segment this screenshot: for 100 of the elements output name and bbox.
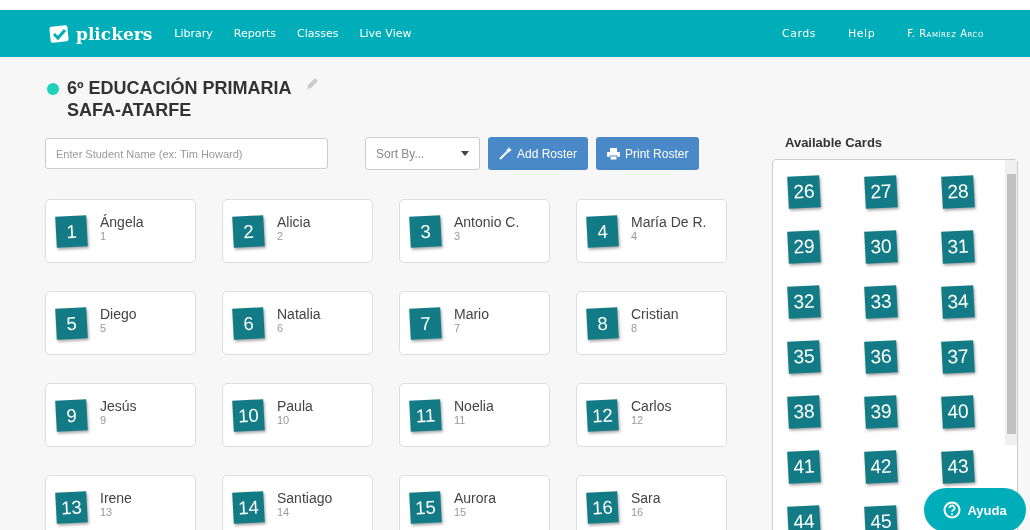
card-tile[interactable]: 43 — [941, 450, 975, 484]
nav-link[interactable]: Library — [174, 27, 213, 40]
card-tile: 2 — [232, 214, 265, 248]
student-card[interactable]: 3 Antonio C. 3 — [399, 199, 550, 263]
student-number: 5 — [100, 322, 108, 334]
card-tile: 11 — [409, 398, 442, 432]
student-name: Paula — [277, 398, 313, 414]
nav-link[interactable]: Help — [848, 27, 876, 40]
student-name: Santiago — [277, 490, 333, 506]
student-card[interactable]: 11 Noelia 11 — [399, 383, 550, 447]
pencil-icon[interactable] — [305, 77, 319, 91]
student-name: Natalia — [277, 306, 321, 322]
student-card[interactable]: 7 Mario 7 — [399, 291, 550, 355]
card-tile[interactable]: 41 — [787, 450, 821, 484]
card-tile: 4 — [586, 214, 619, 248]
class-title: 6º EDUCACIÓN PRIMARIA SAFA-ATARFE — [67, 77, 293, 121]
card-tile[interactable]: 40 — [941, 395, 975, 429]
student-name: María De R. — [631, 214, 707, 230]
card-tile: 14 — [232, 490, 265, 524]
student-number: 6 — [277, 322, 285, 334]
student-card[interactable]: 10 Paula 10 — [222, 383, 373, 447]
student-name: Aurora — [454, 490, 497, 506]
card-tile: 13 — [55, 490, 88, 524]
printer-icon — [607, 147, 621, 160]
card-tile[interactable]: 28 — [941, 175, 975, 209]
nav-link[interactable]: Cards — [782, 27, 817, 40]
card-tile: 7 — [409, 306, 442, 340]
student-number: 14 — [277, 506, 291, 518]
student-name: Noelia — [454, 398, 494, 414]
card-tile: 5 — [55, 306, 88, 340]
student-card[interactable]: 9 Jesús 9 — [45, 383, 196, 447]
logo-text[interactable]: plickers — [76, 23, 153, 44]
card-tile: 8 — [586, 306, 619, 340]
nav-link[interactable]: Reports — [233, 27, 276, 40]
card-tile[interactable]: 26 — [787, 175, 821, 209]
nav-link[interactable]: Live View — [359, 27, 412, 40]
card-tile[interactable]: 44 — [787, 505, 821, 530]
user-menu[interactable]: F. Ramírez Arco — [907, 28, 984, 39]
card-tile[interactable]: 45 — [864, 505, 898, 530]
student-card[interactable]: 12 Carlos 12 — [576, 383, 727, 447]
student-name: Carlos — [631, 398, 672, 414]
sort-dropdown[interactable]: Sort By... — [365, 137, 480, 170]
available-cards-title: Available Cards — [785, 135, 884, 150]
card-tile[interactable]: 37 — [941, 340, 975, 374]
student-number: 11 — [454, 414, 467, 426]
nav-link[interactable]: Classes — [296, 27, 339, 40]
student-number: 15 — [454, 506, 468, 518]
student-name: Diego — [100, 306, 137, 322]
card-tile[interactable]: 31 — [941, 230, 975, 264]
card-tile[interactable]: 32 — [787, 285, 821, 319]
student-number: 7 — [454, 322, 462, 334]
student-name: Ángela — [100, 214, 144, 230]
card-tile: 1 — [55, 214, 88, 248]
student-number: 2 — [277, 230, 285, 242]
student-card[interactable]: 14 Santiago 14 — [222, 475, 373, 530]
card-tile[interactable]: 42 — [864, 450, 898, 484]
student-card[interactable]: 6 Natalia 6 — [222, 291, 373, 355]
student-number: 16 — [631, 506, 645, 518]
student-card[interactable]: 15 Aurora 15 — [399, 475, 550, 530]
card-tile[interactable]: 30 — [864, 230, 898, 264]
student-number: 4 — [631, 230, 639, 242]
card-tile: 15 — [409, 490, 442, 524]
card-tile[interactable]: 39 — [864, 395, 898, 429]
caret-icon — [461, 151, 469, 156]
student-card[interactable]: 13 Irene 13 — [45, 475, 196, 530]
student-card[interactable]: 1 Ángela 1 — [45, 199, 196, 263]
student-name: Mario — [454, 306, 489, 322]
student-name: Irene — [100, 490, 132, 506]
card-tile: 9 — [55, 398, 88, 432]
scrollbar[interactable] — [1005, 160, 1017, 445]
card-tile: 12 — [586, 398, 619, 432]
card-tile[interactable]: 34 — [941, 285, 975, 319]
student-name: Cristian — [631, 306, 679, 322]
card-tile[interactable]: 36 — [864, 340, 898, 374]
student-card[interactable]: 4 María De R. 4 — [576, 199, 727, 263]
add-roster-button[interactable]: Add Roster — [488, 137, 589, 170]
card-tile[interactable]: 38 — [787, 395, 821, 429]
wand-icon — [499, 147, 512, 160]
student-card[interactable]: 2 Alicia 2 — [222, 199, 373, 263]
help-button[interactable]: Ayuda — [924, 488, 1026, 530]
card-tile: 3 — [409, 214, 442, 248]
student-number: 9 — [100, 414, 108, 426]
student-card[interactable]: 5 Diego 5 — [45, 291, 196, 355]
question-icon — [943, 501, 962, 519]
card-tile: 10 — [232, 398, 265, 432]
student-name: Antonio C. — [454, 214, 520, 230]
student-card[interactable]: 16 Sara 16 — [576, 475, 727, 530]
card-tile[interactable]: 35 — [787, 340, 821, 374]
card-tile[interactable]: 29 — [787, 230, 821, 264]
logo-icon — [48, 23, 70, 44]
student-number: 8 — [631, 322, 639, 334]
card-tile[interactable]: 27 — [864, 175, 898, 209]
student-name: Sara — [631, 490, 661, 506]
student-name: Alicia — [277, 214, 311, 230]
print-roster-button[interactable]: Print Roster — [596, 137, 700, 170]
card-tile[interactable]: 33 — [864, 285, 898, 319]
card-tile: 6 — [232, 306, 265, 340]
search-field[interactable]: Enter Student Name (ex: Tim Howard) — [45, 138, 328, 169]
student-card[interactable]: 8 Cristian 8 — [576, 291, 727, 355]
student-number: 13 — [100, 506, 114, 518]
